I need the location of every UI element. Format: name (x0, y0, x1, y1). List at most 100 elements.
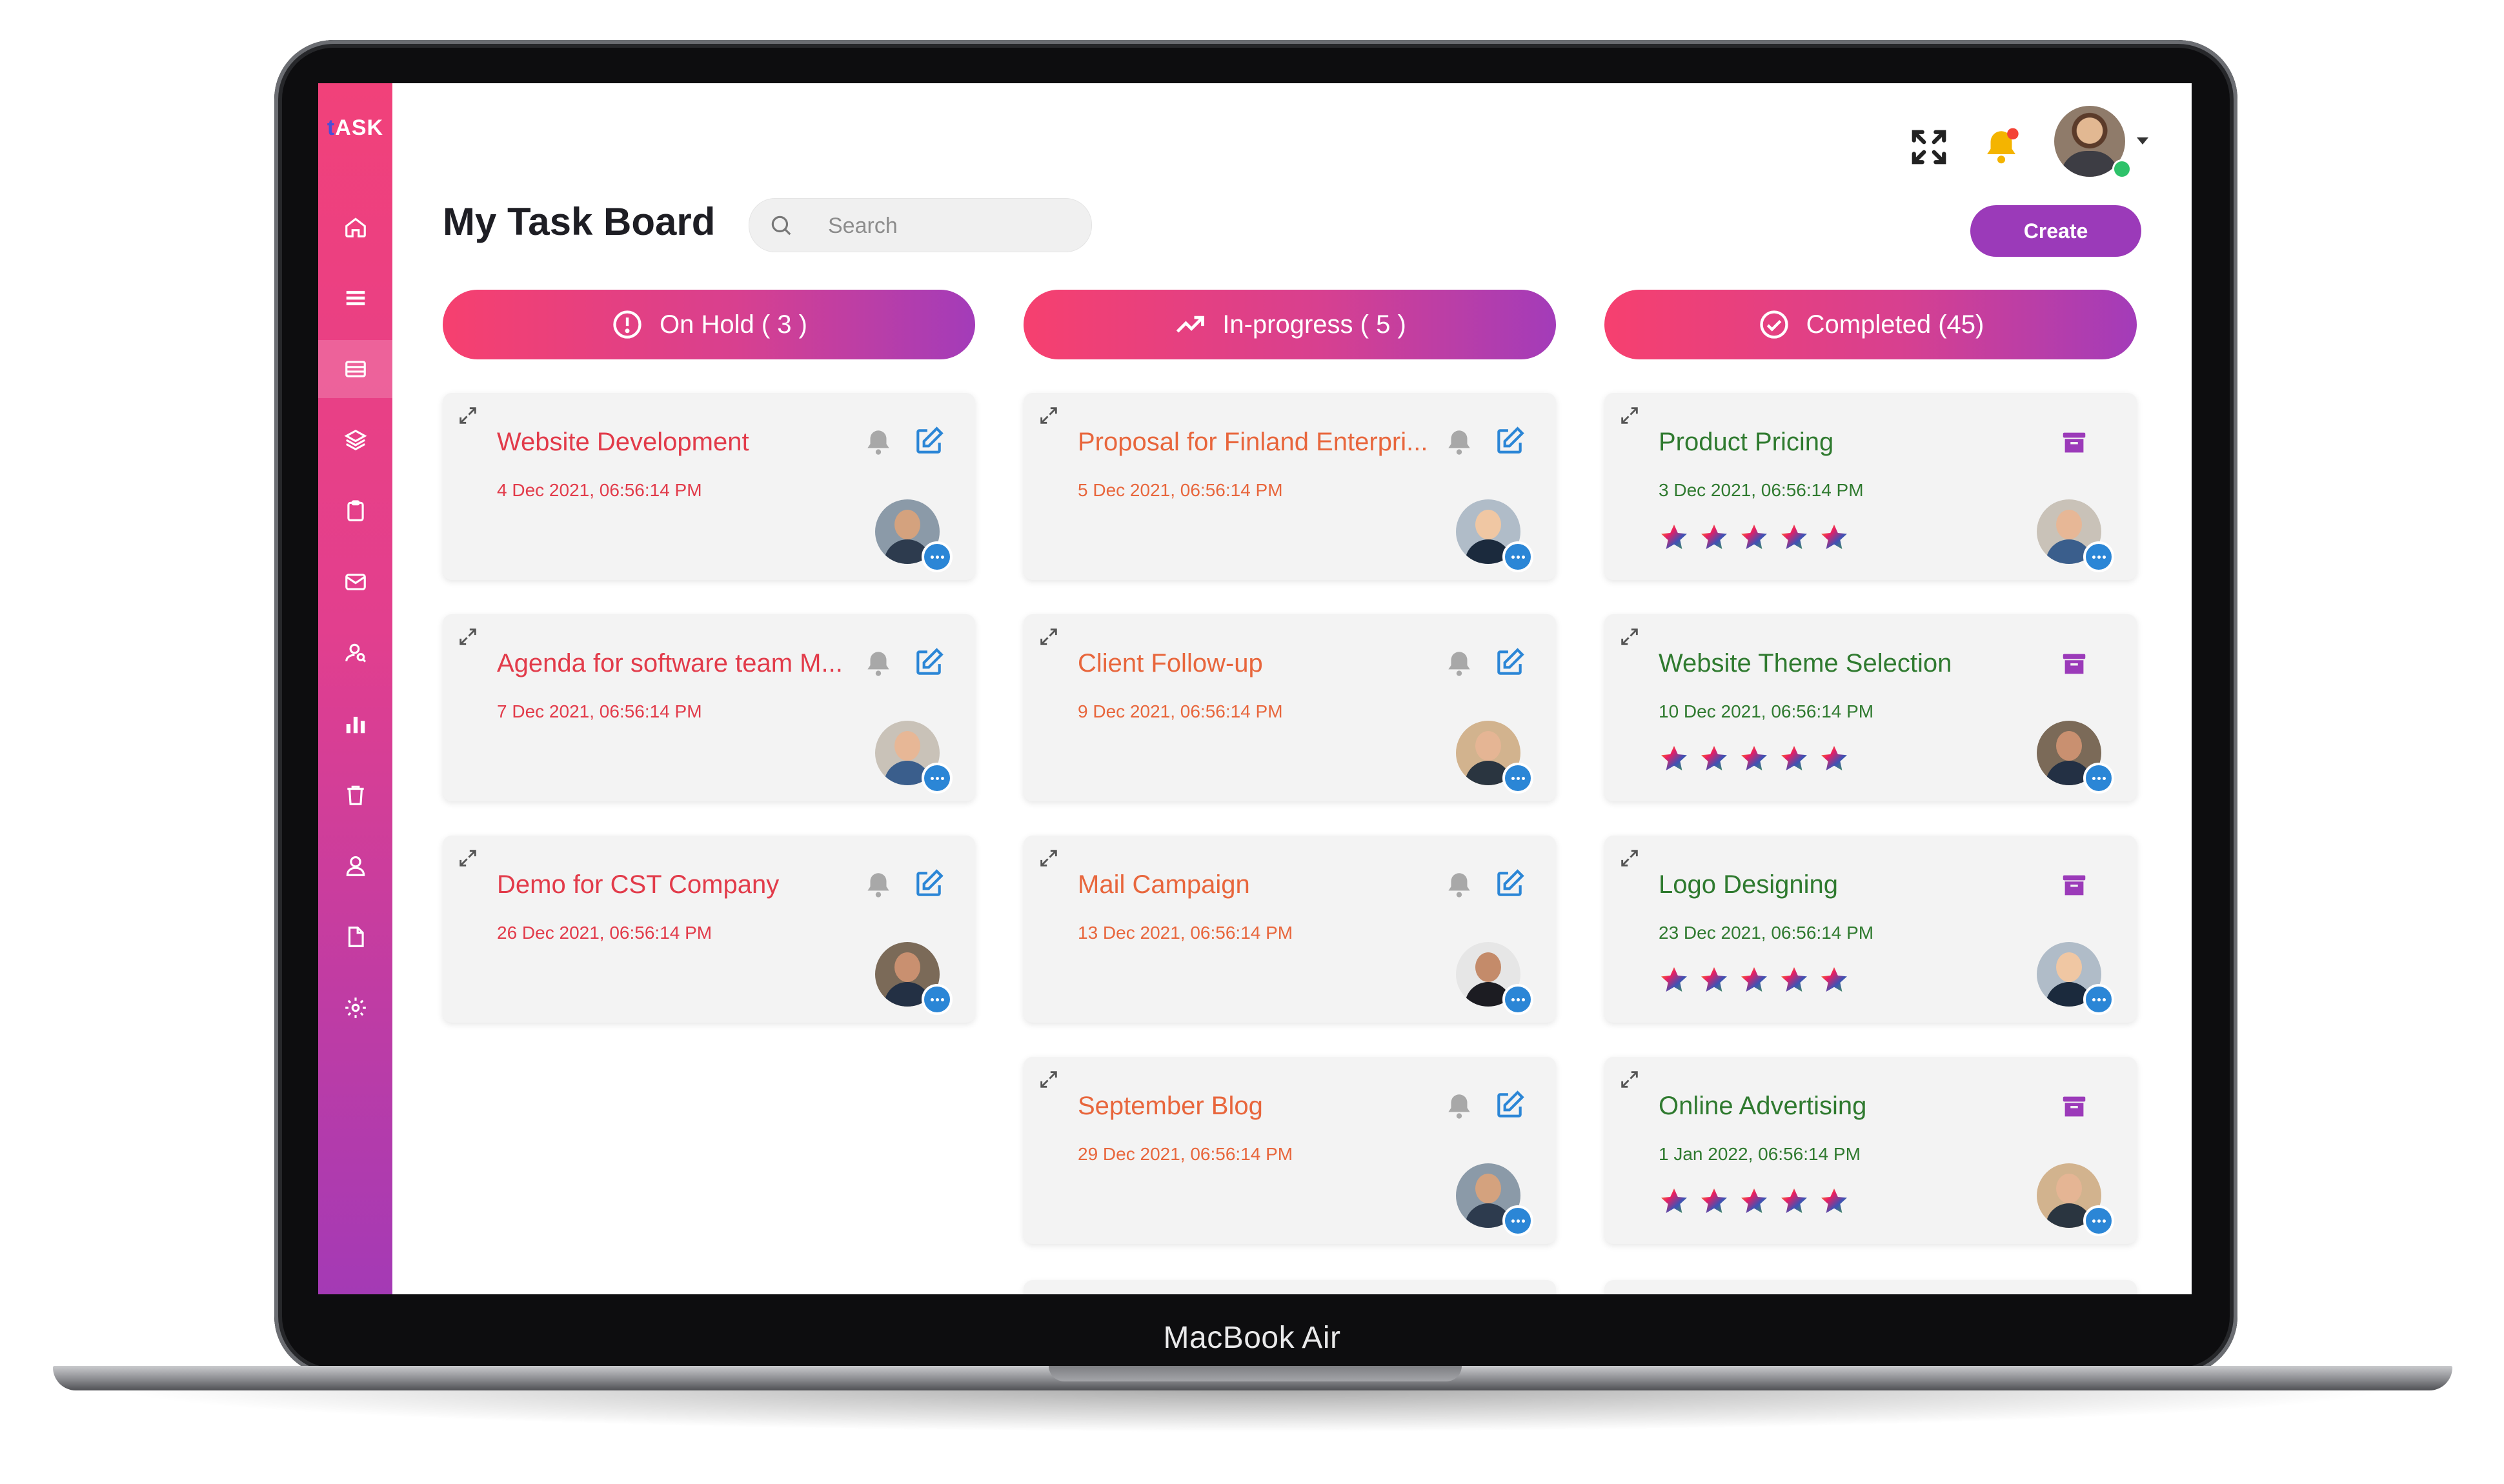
bell-icon[interactable] (862, 426, 894, 459)
bell-icon[interactable] (862, 869, 894, 901)
task-title[interactable]: Demo for CST Company (497, 870, 858, 899)
sidebar-item-contacts[interactable] (318, 624, 392, 682)
column-header-completed[interactable]: Completed (45) (1604, 290, 2137, 359)
archive-icon[interactable] (2059, 649, 2089, 679)
archive-icon[interactable] (2059, 1092, 2089, 1121)
expand-icon[interactable] (457, 847, 479, 869)
task-card[interactable]: Logo Designing 23 Dec 2021, 06:56:14 PM (1604, 836, 2137, 1023)
archive-icon[interactable] (2059, 428, 2089, 457)
bell-icon[interactable] (1980, 126, 2023, 168)
task-title[interactable]: Proposal for Finland Enterpri... (1078, 428, 1439, 457)
task-title[interactable]: Logo Designing (1659, 870, 2020, 899)
sidebar-item-files[interactable] (318, 908, 392, 966)
task-card[interactable]: Product Pricing 3 Dec 2021, 06:56:14 PM (1604, 393, 2137, 580)
check-circle-icon (1759, 310, 1788, 339)
online-status-dot (2112, 159, 2132, 179)
task-title[interactable]: Website Theme Selection (1659, 649, 2020, 678)
task-date: 7 Dec 2021, 06:56:14 PM (497, 701, 702, 721)
edit-icon[interactable] (1493, 1089, 1526, 1121)
sidebar-item-user[interactable] (318, 837, 392, 895)
search-box[interactable] (749, 198, 1092, 252)
task-date: 10 Dec 2021, 06:56:14 PM (1659, 701, 1874, 721)
chat-icon[interactable] (1502, 541, 1533, 572)
task-card[interactable]: Demo for CST Company 26 Dec 2021, 06:56:… (443, 836, 975, 1023)
task-card[interactable]: September Blog 29 Dec 2021, 06:56:14 PM (1024, 1057, 1556, 1244)
expand-icon[interactable] (1038, 626, 1060, 648)
task-card[interactable]: Mail Campaign 13 Dec 2021, 06:56:14 PM (1024, 836, 1556, 1023)
edit-icon[interactable] (913, 647, 945, 679)
star-icon (1701, 1188, 1727, 1213)
star-icon (1661, 746, 1687, 770)
archive-icon[interactable] (2059, 870, 2089, 900)
task-title[interactable]: Product Pricing (1659, 428, 2020, 457)
expand-icon[interactable] (1038, 1068, 1060, 1090)
expand-icon[interactable] (1619, 626, 1641, 648)
column-label: Completed (45) (1806, 310, 1984, 339)
chat-icon[interactable] (2083, 763, 2114, 794)
bell-icon[interactable] (1443, 869, 1475, 901)
sidebar-item-layers[interactable] (318, 411, 392, 469)
bell-icon[interactable] (862, 648, 894, 680)
sidebar-item-charts[interactable] (318, 695, 392, 753)
task-card-partial[interactable] (1604, 1280, 2137, 1294)
chat-icon[interactable] (922, 984, 953, 1015)
expand-icon[interactable] (1619, 847, 1641, 869)
chat-icon[interactable] (1502, 1205, 1533, 1236)
task-card[interactable]: Website Theme Selection 10 Dec 2021, 06:… (1604, 614, 2137, 801)
task-title[interactable]: Agenda for software team M... (497, 649, 858, 678)
sidebar-item-settings[interactable] (318, 979, 392, 1037)
task-card[interactable]: Website Development 4 Dec 2021, 06:56:14… (443, 393, 975, 580)
expand-icon[interactable] (1038, 847, 1060, 869)
task-title[interactable]: Mail Campaign (1078, 870, 1439, 899)
task-card[interactable]: Proposal for Finland Enterpri... 5 Dec 2… (1024, 393, 1556, 580)
expand-icon[interactable] (1038, 405, 1060, 426)
sidebar-item-mail[interactable] (318, 553, 392, 611)
task-title[interactable]: Website Development (497, 428, 858, 457)
alert-circle-icon (613, 310, 641, 339)
task-date: 3 Dec 2021, 06:56:14 PM (1659, 480, 1864, 500)
sidebar-item-board[interactable] (318, 340, 392, 398)
expand-icon[interactable] (1619, 405, 1641, 426)
chat-icon[interactable] (922, 541, 953, 572)
column-header-in-progress[interactable]: In-progress ( 5 ) (1024, 290, 1556, 359)
expand-icon[interactable] (1619, 1068, 1641, 1090)
sidebar-item-trash[interactable] (318, 766, 392, 824)
chat-icon[interactable] (1502, 763, 1533, 794)
chat-icon[interactable] (922, 763, 953, 794)
task-date: 5 Dec 2021, 06:56:14 PM (1078, 480, 1283, 500)
edit-icon[interactable] (1493, 425, 1526, 457)
chat-icon[interactable] (2083, 984, 2114, 1015)
device-label: MacBook Air (1163, 1321, 1341, 1355)
task-card[interactable]: Agenda for software team M... 7 Dec 2021… (443, 614, 975, 801)
board-icon (345, 361, 366, 377)
edit-icon[interactable] (1493, 868, 1526, 900)
task-title[interactable]: Client Follow-up (1078, 649, 1439, 678)
sidebar-item-list[interactable] (318, 269, 392, 327)
edit-icon[interactable] (913, 868, 945, 900)
task-title[interactable]: Online Advertising (1659, 1092, 2020, 1121)
sidebar-item-clipboard[interactable] (318, 482, 392, 540)
file-icon (348, 927, 364, 947)
chat-icon[interactable] (2083, 1205, 2114, 1236)
bell-icon[interactable] (1443, 648, 1475, 680)
chevron-down-icon[interactable] (2137, 137, 2148, 145)
app-logo[interactable]: tASK (325, 115, 386, 141)
task-title[interactable]: September Blog (1078, 1092, 1439, 1121)
bell-icon[interactable] (1443, 1090, 1475, 1123)
expand-icon[interactable] (457, 626, 479, 648)
edit-icon[interactable] (913, 425, 945, 457)
column-header-on-hold[interactable]: On Hold ( 3 ) (443, 290, 975, 359)
sidebar-item-home[interactable] (318, 198, 392, 256)
task-card[interactable]: Online Advertising 1 Jan 2022, 06:56:14 … (1604, 1057, 2137, 1244)
chat-icon[interactable] (1502, 984, 1533, 1015)
create-button[interactable]: Create (1970, 205, 2141, 257)
expand-icon[interactable] (457, 405, 479, 426)
bell-icon[interactable] (1443, 426, 1475, 459)
task-date: 4 Dec 2021, 06:56:14 PM (497, 480, 702, 500)
task-card-partial[interactable] (1024, 1280, 1556, 1294)
fullscreen-icon[interactable] (1909, 127, 1949, 167)
search-input[interactable] (827, 210, 1075, 241)
chat-icon[interactable] (2083, 541, 2114, 572)
edit-icon[interactable] (1493, 647, 1526, 679)
task-card[interactable]: Client Follow-up 9 Dec 2021, 06:56:14 PM (1024, 614, 1556, 801)
